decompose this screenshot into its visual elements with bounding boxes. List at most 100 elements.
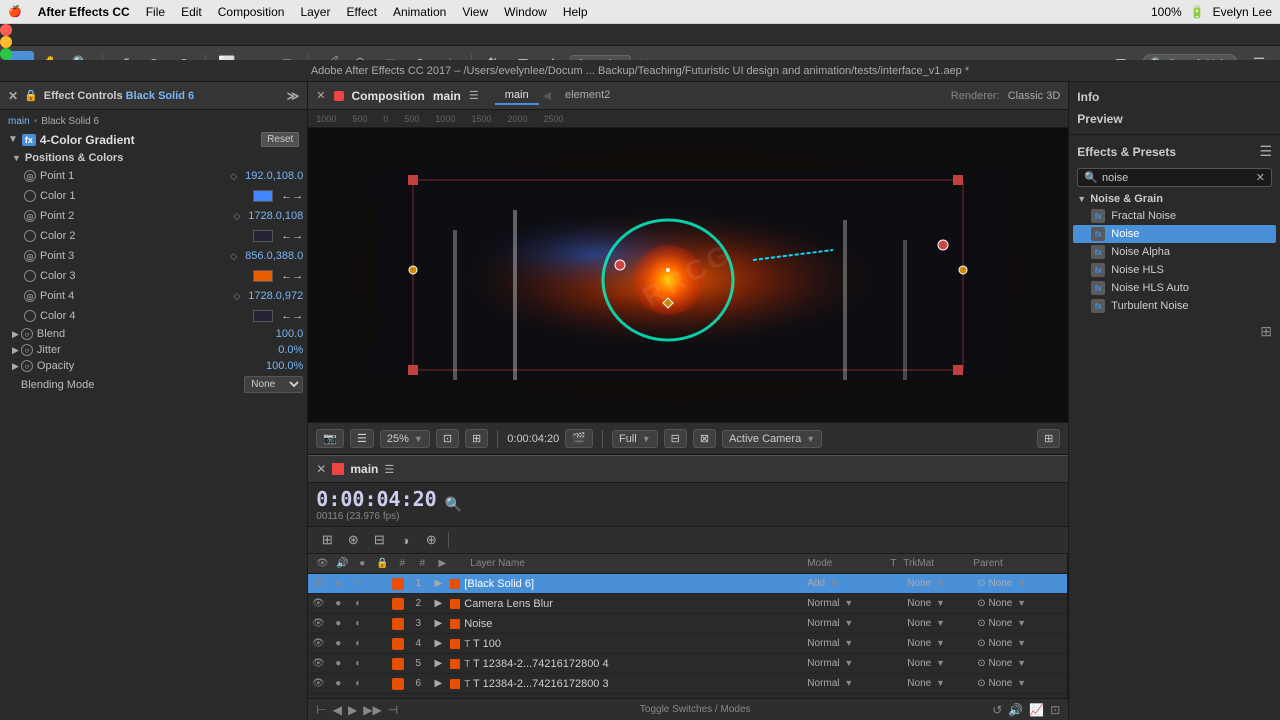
tl-nav-chart[interactable]: 📈 [1029,703,1044,717]
maximize-window-button[interactable] [0,48,12,60]
layer-6-trkmat[interactable]: None ▼ [907,678,977,689]
timeline-search-button[interactable]: 🔍 [445,496,462,513]
point2-keyframe-icon[interactable]: ◎ [24,210,36,222]
point-3-value[interactable]: 856.0,388.0 [245,250,303,262]
color-4-arrows[interactable]: ←→ [281,310,303,322]
breadcrumb-main[interactable]: main [8,116,30,127]
tab-main[interactable]: main [495,87,539,105]
point3-keyframe-icon[interactable]: ◎ [24,250,36,262]
color-3-swatch[interactable] [253,270,273,282]
layer-3-expand[interactable]: ▶ [428,618,448,629]
keyframe-icon[interactable]: ◎ [24,170,36,182]
quality-dropdown[interactable]: Full ▼ [612,430,658,448]
transparency-button[interactable]: ⊟ [664,429,687,448]
layer-2-parent[interactable]: ⊙ None ▼ [977,598,1067,609]
effects-presets-menu-button[interactable]: ☰ [1259,143,1272,160]
layer-6-eye[interactable]: 👁 [308,678,328,689]
layer-2-solo[interactable]: ◐ [348,598,368,609]
tl-nav-loop[interactable]: ↺ [992,703,1002,717]
effect-controls-lock-icon[interactable]: 🔒 [24,89,38,102]
layer-6-audio[interactable]: ● [328,678,348,689]
effect-controls-close-button[interactable]: ✕ [8,89,18,103]
tl-nav-end2[interactable]: ⊡ [1050,703,1060,717]
effects-search-input[interactable] [1102,172,1256,184]
layer-row-5[interactable]: 👁 ● ◐ 5 ▶ T 12384-2...74216172800 4 Norm… [308,654,1067,674]
opacity-expand-icon[interactable]: ▶ [12,361,19,372]
layer-1-audio[interactable]: ● [328,578,348,589]
layer-4-eye[interactable]: 👁 [308,638,328,649]
tl-tool-comp[interactable]: ⊞ [316,529,338,551]
effect-reset-button[interactable]: Reset [261,132,299,147]
menu-view[interactable]: View [462,5,488,19]
noise-hls-auto-item[interactable]: fx Noise HLS Auto [1073,279,1276,297]
noise-hls-item[interactable]: fx Noise HLS [1073,261,1276,279]
tl-nav-start[interactable]: ⊢ [316,703,326,717]
layer-5-parent[interactable]: ⊙ None ▼ [977,658,1067,669]
tl-nav-play[interactable]: ▶ [348,703,357,717]
layer-2-eye[interactable]: 👁 [308,598,328,609]
blend-value[interactable]: 100.0 [276,328,304,340]
effects-panel-arrange-button[interactable]: ⊞ [1260,323,1272,340]
layer-1-solo[interactable]: ◐ [348,578,368,589]
layer-4-trkmat[interactable]: None ▼ [907,638,977,649]
camera-options-button[interactable]: 🎬 [565,429,593,448]
camera-view-dropdown[interactable]: Active Camera ▼ [722,430,822,448]
layer-1-parent[interactable]: ⊙ None ▼ [977,578,1067,589]
layer-2-audio[interactable]: ● [328,598,348,609]
layer-row-6[interactable]: 👁 ● ◐ 6 ▶ T 12384-2...74216172800 3 Norm… [308,674,1067,694]
color-1-swatch[interactable] [253,190,273,202]
layer-6-expand[interactable]: ▶ [428,678,448,689]
layer-6-parent[interactable]: ⊙ None ▼ [977,678,1067,689]
timeline-close-button[interactable]: ✕ [316,462,326,476]
noise-alpha-item[interactable]: fx Noise Alpha [1073,243,1276,261]
menu-layer[interactable]: Layer [300,5,330,19]
tl-nav-end[interactable]: ⊣ [388,703,398,717]
menu-animation[interactable]: Animation [393,5,446,19]
turbulent-noise-item[interactable]: fx Turbulent Noise [1073,297,1276,315]
layer-row-1[interactable]: 👁 ● ◐ 1 ▶ [Black Solid 6] Add ▼ None ▼ ⊙… [308,574,1067,594]
layer-1-trkmat[interactable]: None ▼ [907,578,977,589]
layer-3-mode[interactable]: Normal ▼ [807,618,887,629]
layer-5-eye[interactable]: 👁 [308,658,328,669]
tl-tool-render[interactable]: ⊟ [368,529,390,551]
layer-6-mode[interactable]: Normal ▼ [807,678,887,689]
region-button[interactable]: ⊞ [465,429,488,448]
layer-3-audio[interactable]: ● [328,618,348,629]
minimize-window-button[interactable] [0,36,12,48]
layer-row-3[interactable]: 👁 ● ◐ 3 ▶ Noise Normal ▼ None ▼ ⊙ None ▼ [308,614,1067,634]
layer-6-solo[interactable]: ◐ [348,678,368,689]
snapshot-button[interactable]: 📷 [316,429,344,448]
opacity-value[interactable]: 100.0% [266,360,303,372]
composition-viewport[interactable]: Active Camera Adaptive Resolution (1/6) [308,128,1068,422]
menu-effect[interactable]: Effect [346,5,376,19]
tab-element2[interactable]: element2 [555,87,620,105]
point-4-value[interactable]: 1728.0,972 [248,290,303,302]
layer-3-eye[interactable]: 👁 [308,618,328,629]
color-2-arrows[interactable]: ←→ [281,230,303,242]
layer-3-solo[interactable]: ◐ [348,618,368,629]
layer-row-2[interactable]: 👁 ● ◐ 2 ▶ Camera Lens Blur Normal ▼ None… [308,594,1067,614]
effects-search-clear-button[interactable]: ✕ [1256,171,1265,184]
layer-5-expand[interactable]: ▶ [428,658,448,669]
layer-3-parent[interactable]: ⊙ None ▼ [977,618,1067,629]
tl-tool-preview[interactable]: ⊛ [342,529,364,551]
close-window-button[interactable] [0,24,12,36]
point-2-value[interactable]: 1728.0,108 [248,210,303,222]
blend-expand-icon[interactable]: ▶ [12,329,19,340]
layer-2-trkmat[interactable]: None ▼ [907,598,977,609]
timeline-menu-button[interactable]: ☰ [384,463,394,476]
point4-keyframe-icon[interactable]: ◎ [24,290,36,302]
tl-nav-audio[interactable]: 🔊 [1008,703,1023,717]
composition-menu-button[interactable]: ☰ [469,89,479,102]
noise-item[interactable]: fx Noise [1073,225,1276,243]
layer-5-mode[interactable]: Normal ▼ [807,658,887,669]
layer-5-solo[interactable]: ◐ [348,658,368,669]
menu-file[interactable]: File [146,5,165,19]
timeline-timecode[interactable]: 0:00:04:20 [316,487,436,511]
pixel-button[interactable]: ⊠ [693,429,716,448]
layer-3-trkmat[interactable]: None ▼ [907,618,977,629]
blending-mode-select[interactable]: None Normal Add [244,376,303,393]
menu-composition[interactable]: Composition [218,5,285,19]
layer-4-expand[interactable]: ▶ [428,638,448,649]
layer-1-eye[interactable]: 👁 [308,578,328,589]
